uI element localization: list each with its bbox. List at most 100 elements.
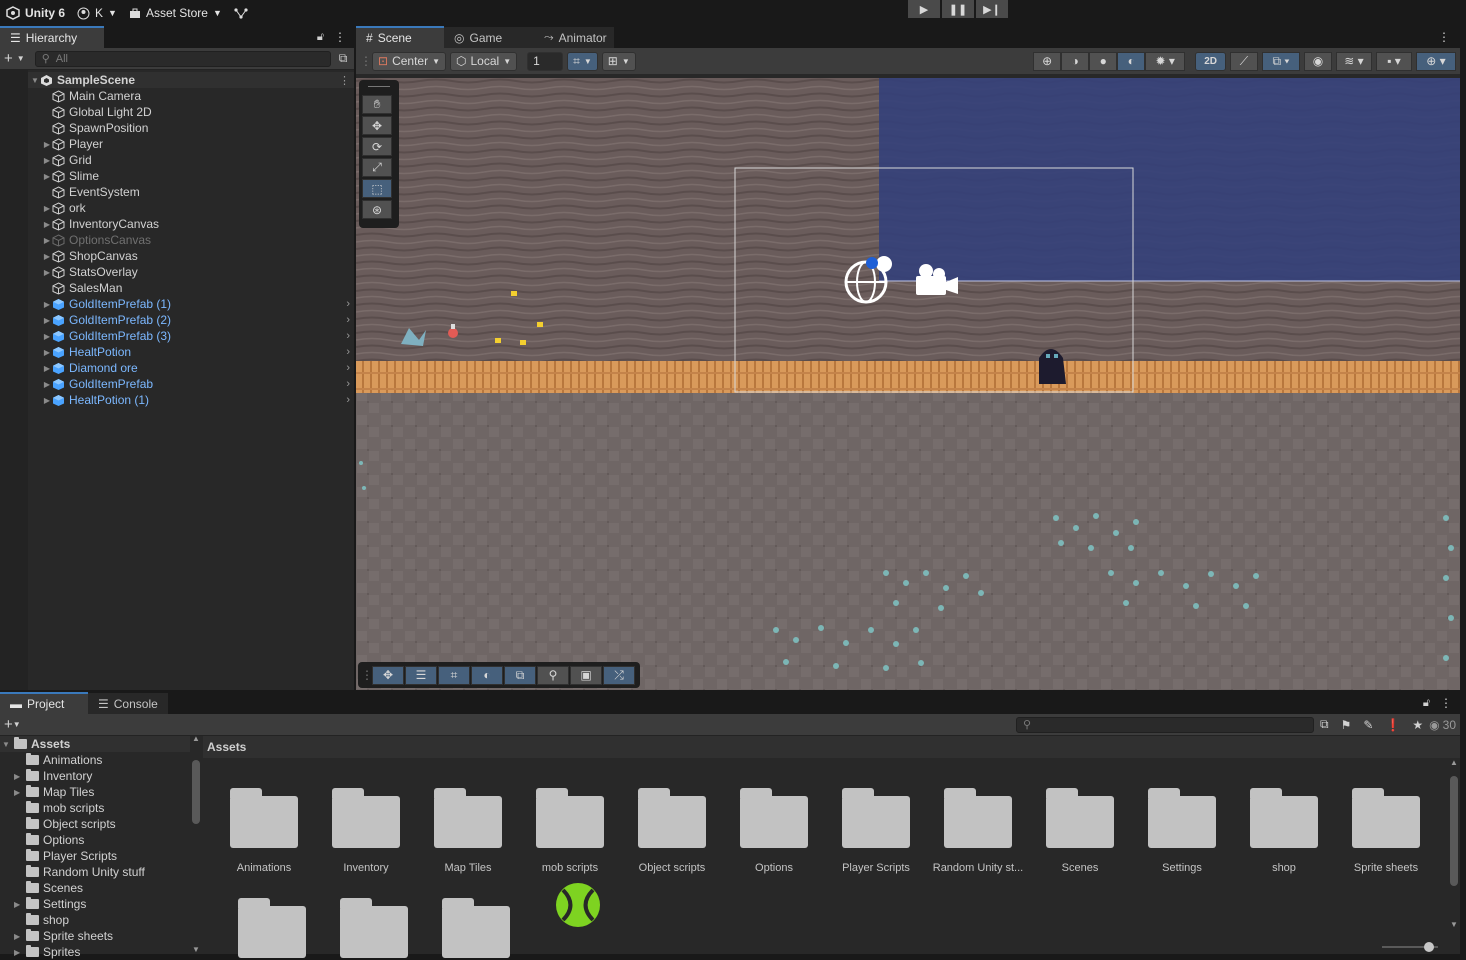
hierarchy-item[interactable]: ▶ Slime: [28, 168, 354, 184]
hierarchy-item[interactable]: ▶ GoldItemPrefab (2) ›: [28, 312, 354, 328]
pivot-dropdown[interactable]: ⊡ Center ▼: [372, 51, 447, 71]
grid-scrollbar[interactable]: ▲ ▼: [1448, 758, 1460, 954]
lock-icon[interactable]: 🔓︎: [317, 31, 324, 44]
expand-arrow-icon[interactable]: ▶: [42, 380, 52, 389]
expand-arrow-icon[interactable]: ▶: [42, 156, 52, 165]
hierarchy-item[interactable]: ▶ ShopCanvas: [28, 248, 354, 264]
project-search-input[interactable]: ⚲: [1016, 716, 1315, 733]
expand-arrow-icon[interactable]: ▶: [14, 948, 26, 957]
icon-size-slider[interactable]: [1382, 942, 1438, 952]
tree-folder-item[interactable]: ▶ Inventory: [0, 768, 190, 784]
expand-arrow-icon[interactable]: ▶: [42, 364, 52, 373]
hierarchy-item[interactable]: ▶ GoldItemPrefab (3) ›: [28, 328, 354, 344]
asset-folder-tile[interactable]: [425, 894, 527, 958]
expand-arrow-icon[interactable]: ▶: [42, 396, 52, 405]
tree-folder-item[interactable]: Options: [0, 832, 190, 848]
slider-handle[interactable]: [1424, 942, 1434, 952]
tree-scroll-thumb[interactable]: [192, 760, 200, 824]
expand-arrow-icon[interactable]: ▶: [42, 316, 52, 325]
warning-icon[interactable]: ❗: [1385, 718, 1400, 732]
layers-dropdown[interactable]: ≋ ▾: [1336, 51, 1372, 71]
shaded-button[interactable]: ●: [1089, 51, 1118, 71]
panel-splitter[interactable]: [1460, 26, 1466, 690]
tree-folder-item[interactable]: Object scripts: [0, 816, 190, 832]
tree-folder-item[interactable]: ▶ Sprite sheets: [0, 928, 190, 944]
tab-console[interactable]: ☰ Console: [88, 692, 168, 714]
asset-folder-tile[interactable]: Random Unity st...: [927, 784, 1029, 874]
chevron-right-icon[interactable]: ›: [346, 362, 350, 374]
tree-folder-item[interactable]: Scenes: [0, 880, 190, 896]
grid-scroll-thumb[interactable]: [1450, 776, 1458, 886]
grid-increment-field[interactable]: 1: [527, 51, 564, 71]
chevron-right-icon[interactable]: ›: [346, 298, 350, 310]
asset-folder-tile[interactable]: mob scripts: [519, 784, 621, 874]
tab-hierarchy[interactable]: ☰ Hierarchy: [0, 26, 104, 48]
expand-arrow-icon[interactable]: ▶: [42, 140, 52, 149]
pause-button[interactable]: ❚❚: [942, 0, 974, 18]
expand-arrow-icon[interactable]: ▶: [14, 788, 26, 797]
asset-folder-tile[interactable]: shop: [1233, 784, 1335, 874]
audio-toggle-button[interactable]: ⟋: [1230, 51, 1258, 71]
tab-scene[interactable]: # Scene: [356, 26, 444, 48]
more-menu-icon[interactable]: ⋮: [1438, 26, 1460, 48]
transform-tool-button[interactable]: ⊛: [362, 200, 392, 219]
scene-camera-button[interactable]: ▣: [570, 665, 602, 685]
asset-folder-tile[interactable]: Player Scripts: [825, 784, 927, 874]
align-button[interactable]: ☰: [405, 665, 437, 685]
expand-arrow-icon[interactable]: ▶: [42, 204, 52, 213]
tab-game[interactable]: ◎ Game: [444, 26, 534, 48]
tab-project[interactable]: ▬ Project: [0, 692, 88, 714]
scroll-down-icon[interactable]: ▼: [1450, 920, 1458, 929]
drag-handle-icon[interactable]: ⋮: [361, 668, 373, 682]
hierarchy-item[interactable]: ▶ Diamond ore ›: [28, 360, 354, 376]
visibility-button[interactable]: ◉: [1304, 51, 1332, 71]
layers-overlay-button[interactable]: ⧉: [504, 665, 536, 685]
expand-arrow-icon[interactable]: ▶: [14, 772, 26, 781]
scene-visibility-icon[interactable]: ⧉: [339, 51, 348, 66]
expand-arrow-icon[interactable]: ▶: [42, 268, 52, 277]
hierarchy-item[interactable]: ▶ ork: [28, 200, 354, 216]
scene-row[interactable]: ▼ SampleScene ⋮: [28, 72, 354, 88]
scroll-up-icon[interactable]: ▲: [1450, 758, 1458, 767]
asset-tile[interactable]: [527, 882, 629, 931]
hierarchy-item[interactable]: Main Camera: [28, 88, 354, 104]
chevron-right-icon[interactable]: ›: [346, 314, 350, 326]
zoom-button[interactable]: ⚲: [537, 665, 569, 685]
gizmos-dropdown[interactable]: ⊕ ▾: [1416, 51, 1456, 71]
expand-arrow-icon[interactable]: ▶: [42, 172, 52, 181]
scroll-down-icon[interactable]: ▼: [192, 945, 200, 954]
hierarchy-item[interactable]: ▶ HealtPotion (1) ›: [28, 392, 354, 408]
move-snap-button[interactable]: ✥: [372, 665, 404, 685]
hierarchy-item[interactable]: ▶ StatsOverlay: [28, 264, 354, 280]
tree-folder-item[interactable]: shop: [0, 912, 190, 928]
more-menu-icon[interactable]: ⋮: [1440, 696, 1452, 710]
tree-folder-item[interactable]: Random Unity stuff: [0, 864, 190, 880]
tree-folder-item[interactable]: Player Scripts: [0, 848, 190, 864]
tree-folder-item[interactable]: ▶ Map Tiles: [0, 784, 190, 800]
asset-folder-tile[interactable]: Sprite sheets: [1335, 784, 1437, 874]
chevron-down-icon[interactable]: ▼: [13, 720, 21, 729]
asset-folder-tile[interactable]: Object scripts: [621, 784, 723, 874]
scene-menu-icon[interactable]: ⋮: [339, 74, 350, 87]
hand-tool-button[interactable]: ✋︎: [362, 95, 392, 114]
hierarchy-item[interactable]: ▶ InventoryCanvas: [28, 216, 354, 232]
asset-folder-tile[interactable]: [323, 894, 425, 958]
asset-folder-tile[interactable]: [221, 894, 323, 958]
favorite-star-icon[interactable]: ★: [1412, 718, 1423, 732]
tree-scrollbar[interactable]: ▲ ▼: [190, 734, 203, 954]
hierarchy-search-input[interactable]: ⚲ All: [34, 50, 331, 67]
shaded-wire-button[interactable]: ◑: [1061, 51, 1090, 71]
expand-arrow-icon[interactable]: ▼: [2, 740, 14, 749]
hierarchy-item[interactable]: ▶ GoldItemPrefab (1) ›: [28, 296, 354, 312]
asset-folder-tile[interactable]: Settings: [1131, 784, 1233, 874]
tree-root-assets[interactable]: ▼ Assets: [0, 736, 190, 752]
unity-menu[interactable]: Unity 6: [0, 3, 71, 23]
add-button[interactable]: +: [4, 50, 13, 67]
expand-arrow-icon[interactable]: ▶: [42, 348, 52, 357]
expand-arrow-icon[interactable]: ▶: [42, 220, 52, 229]
lighting-button[interactable]: ◐: [1117, 51, 1146, 71]
chevron-right-icon[interactable]: ›: [346, 378, 350, 390]
hierarchy-item[interactable]: ▶ HealtPotion ›: [28, 344, 354, 360]
expand-arrow-icon[interactable]: ▶: [42, 300, 52, 309]
grid-snap-button[interactable]: ⌗ ▼: [567, 51, 598, 71]
